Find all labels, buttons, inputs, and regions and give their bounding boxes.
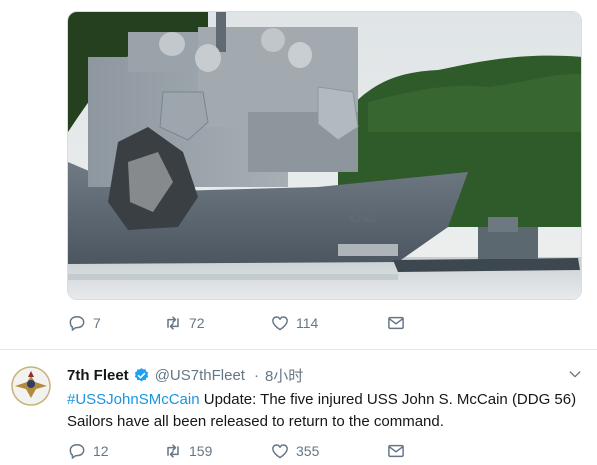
- account-name[interactable]: 7th Fleet: [67, 367, 129, 384]
- retweet-count: 72: [189, 315, 205, 331]
- dm-icon: [388, 316, 404, 330]
- tweet-actions: 7 72 114: [67, 313, 467, 335]
- reply-count: 12: [93, 443, 109, 459]
- reply-count: 7: [93, 315, 101, 331]
- tweet-timestamp[interactable]: 8小时: [265, 365, 303, 386]
- tweet-text: #USSJohnSMcCain Update: The five injured…: [67, 389, 587, 433]
- reply-icon: [69, 444, 85, 459]
- retweet-button[interactable]: 72: [163, 313, 205, 333]
- fleet-seal-icon: [9, 364, 53, 408]
- dm-button[interactable]: [386, 441, 406, 461]
- tweet-text-line1: Update: The five injured USS John S. McC…: [199, 391, 577, 408]
- like-count: 114: [296, 315, 319, 331]
- dm-button[interactable]: [386, 313, 406, 333]
- svg-text:82: 82: [348, 198, 377, 228]
- retweet-icon: [167, 444, 179, 458]
- tweet-photo[interactable]: 82: [67, 11, 582, 300]
- tweet-text-line2: Sailors have all been released to return…: [67, 413, 444, 430]
- reply-button[interactable]: 7: [67, 313, 101, 333]
- reply-icon: [69, 316, 85, 331]
- retweet-count: 159: [189, 443, 213, 459]
- retweet-icon: [167, 316, 179, 330]
- verified-icon: [134, 367, 148, 381]
- retweet-button[interactable]: 159: [163, 441, 212, 461]
- separator-dot: ·: [253, 366, 259, 384]
- like-icon: [272, 444, 288, 459]
- like-button[interactable]: 355: [270, 441, 319, 461]
- like-button[interactable]: 114: [270, 313, 318, 333]
- dm-icon: [388, 444, 404, 458]
- reply-button[interactable]: 12: [67, 441, 109, 461]
- tweet-divider: [0, 349, 597, 350]
- account-handle[interactable]: @US7thFleet: [155, 367, 245, 384]
- like-count: 355: [296, 443, 320, 459]
- chevron-down-icon[interactable]: [567, 366, 583, 382]
- tweet-actions: 12 159 355: [67, 441, 467, 463]
- damaged-destroyer-photo: 82: [68, 12, 581, 299]
- tweet-header: 7th Fleet @US7thFleet · 8小时: [67, 364, 583, 386]
- avatar[interactable]: [9, 364, 53, 408]
- hashtag-link[interactable]: #USSJohnSMcCain: [67, 391, 200, 408]
- like-icon: [272, 316, 288, 331]
